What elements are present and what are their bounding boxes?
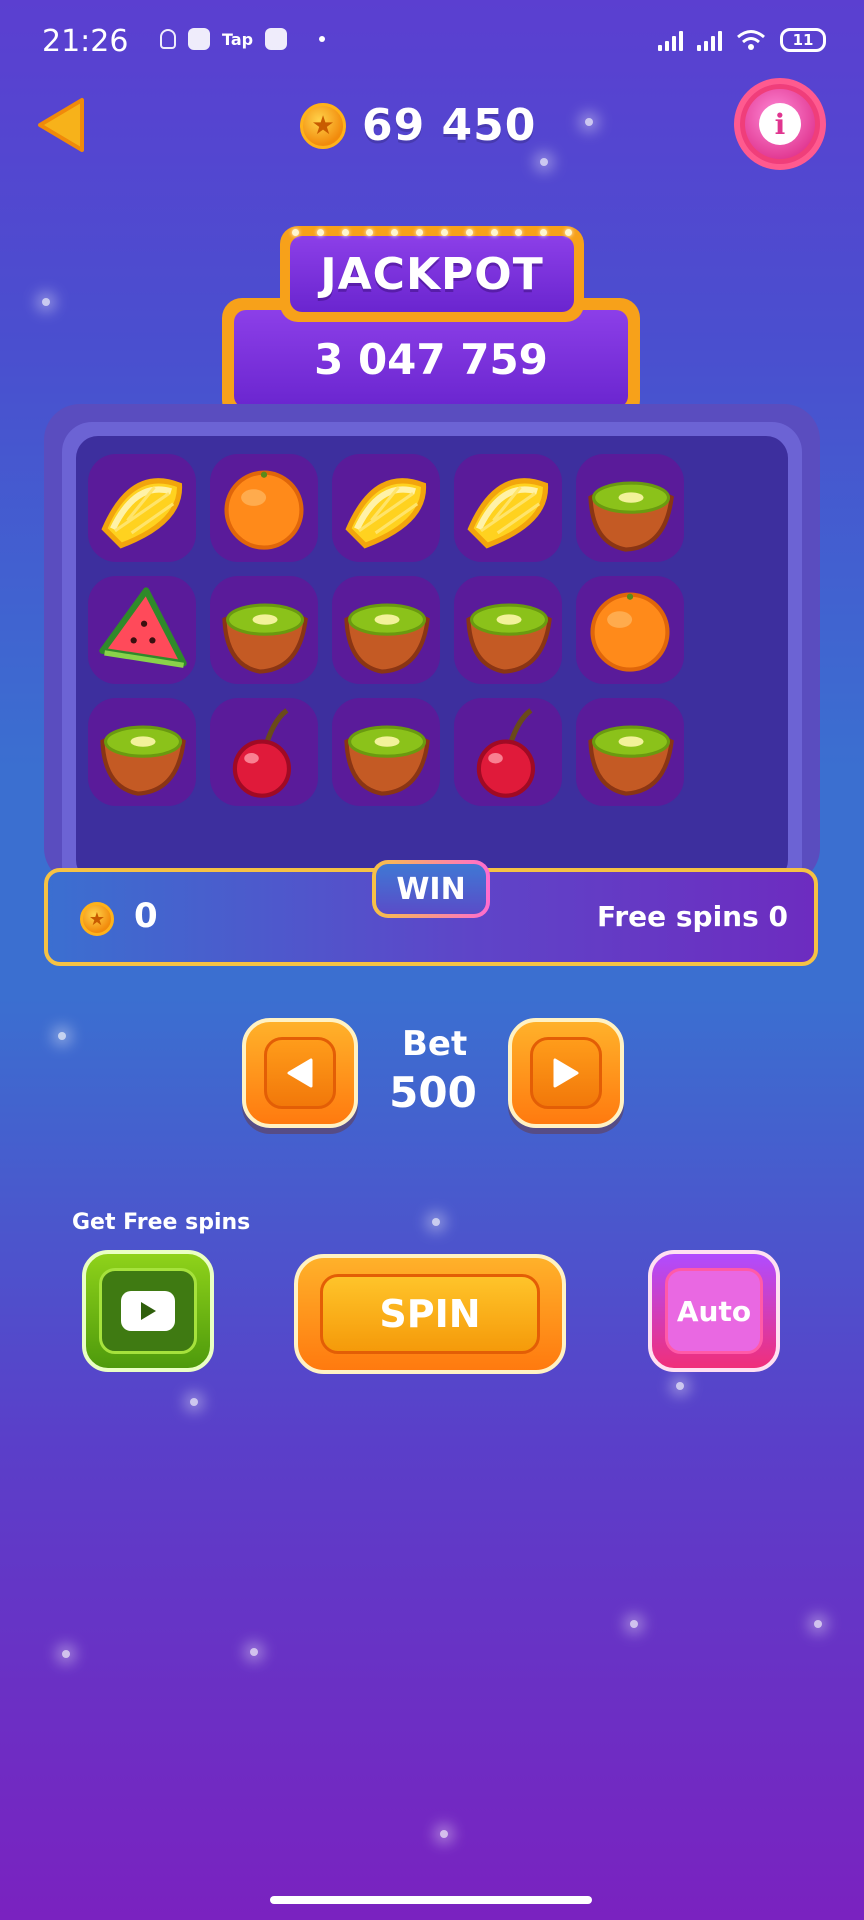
app-icon <box>188 28 210 50</box>
back-arrow-icon[interactable] <box>34 96 88 154</box>
sparkle <box>42 298 50 306</box>
lemon-icon <box>345 478 427 549</box>
sparkle <box>676 1382 684 1390</box>
sparkle <box>58 1032 66 1040</box>
reel-cell-kiwi <box>332 698 440 806</box>
reel-cell-orange <box>210 454 318 562</box>
system-icons: 11 <box>658 28 826 52</box>
sparkle <box>630 1620 638 1628</box>
sparkle <box>540 158 548 166</box>
info-icon: i <box>759 103 801 145</box>
status-time: 21:26 <box>42 24 129 59</box>
spin-label: SPIN <box>320 1274 540 1354</box>
watch-video-button[interactable] <box>82 1250 214 1372</box>
notification-icons: Tap <box>160 28 326 50</box>
sparkle <box>585 118 593 126</box>
sparkle <box>190 1398 198 1406</box>
orange-icon <box>590 592 670 672</box>
reel-cell-lemon <box>454 454 562 562</box>
lemon-icon <box>467 478 549 549</box>
sparkle <box>814 1620 822 1628</box>
jackpot-title-panel: JACKPOT <box>280 226 584 322</box>
get-free-spins-label: Get Free spins <box>72 1210 251 1235</box>
spin-button[interactable]: SPIN <box>294 1254 566 1374</box>
home-indicator[interactable] <box>270 1896 592 1904</box>
bet-label: Bet <box>402 1024 468 1064</box>
kiwi-icon <box>344 725 430 796</box>
coin-icon: ★ <box>300 102 346 149</box>
reel-cell-kiwi <box>88 698 196 806</box>
bet-value: 500 <box>389 1068 477 1117</box>
coin-amount: 69 450 <box>362 100 537 151</box>
battery-icon: 11 <box>780 28 826 52</box>
alarm-icon <box>160 29 176 49</box>
video-button-inner <box>99 1268 197 1354</box>
app-icon <box>265 28 288 50</box>
marquee-lights <box>292 229 572 236</box>
reel-cell-kiwi <box>332 576 440 684</box>
right-arrow-container <box>530 1037 602 1109</box>
jackpot-value: 3 047 759 <box>234 310 628 408</box>
win-label: WIN <box>376 864 486 914</box>
kiwi-icon <box>588 725 674 796</box>
lemon-icon <box>101 478 183 549</box>
info-button[interactable]: i <box>734 78 826 170</box>
coin-icon: ★ <box>80 902 114 936</box>
signal-icon <box>697 29 722 51</box>
kiwi-icon <box>466 603 552 674</box>
bet-decrease-button[interactable] <box>242 1018 358 1128</box>
video-play-icon <box>121 1291 175 1331</box>
sparkle <box>440 1830 448 1838</box>
reel-cell-cherry <box>454 698 562 806</box>
arrow-right-icon <box>553 1058 579 1088</box>
cherry-icon <box>232 708 292 798</box>
tap-label: Tap <box>222 29 254 49</box>
reel-cell-watermelon <box>88 576 196 684</box>
win-amount: 0 <box>134 896 158 936</box>
reel-board <box>62 422 802 896</box>
kiwi-icon <box>344 603 430 674</box>
reel-cell-kiwi <box>454 576 562 684</box>
left-arrow-container <box>264 1037 336 1109</box>
reel-grid <box>76 436 788 882</box>
kiwi-icon <box>588 481 674 552</box>
reel-cell-kiwi <box>576 698 684 806</box>
arrow-left-icon <box>287 1058 313 1088</box>
orange-icon <box>224 470 304 550</box>
more-dot-icon <box>319 36 326 42</box>
reel-cell-lemon <box>332 454 440 562</box>
cherry-icon <box>476 708 536 798</box>
auto-spin-button[interactable]: Auto <box>648 1250 780 1372</box>
wifi-icon <box>737 30 765 50</box>
reel-cell-lemon <box>88 454 196 562</box>
auto-label: Auto <box>665 1268 763 1354</box>
watermelon-icon <box>99 587 187 668</box>
kiwi-icon <box>222 603 308 674</box>
win-tab: WIN <box>372 860 490 918</box>
kiwi-icon <box>100 725 186 796</box>
reel-cell-cherry <box>210 698 318 806</box>
sparkle <box>432 1218 440 1226</box>
jackpot-title: JACKPOT <box>290 236 574 312</box>
sparkle <box>250 1648 258 1656</box>
status-bar: 21:26 Tap 11 <box>0 0 864 90</box>
sparkle <box>62 1650 70 1658</box>
reel-cell-kiwi <box>210 576 318 684</box>
bet-increase-button[interactable] <box>508 1018 624 1128</box>
coin-balance: ★ 69 450 <box>300 100 536 151</box>
reel-cell-orange <box>576 576 684 684</box>
signal-icon <box>658 29 683 51</box>
reel-cell-kiwi <box>576 454 684 562</box>
free-spins-count: Free spins 0 <box>596 900 788 933</box>
